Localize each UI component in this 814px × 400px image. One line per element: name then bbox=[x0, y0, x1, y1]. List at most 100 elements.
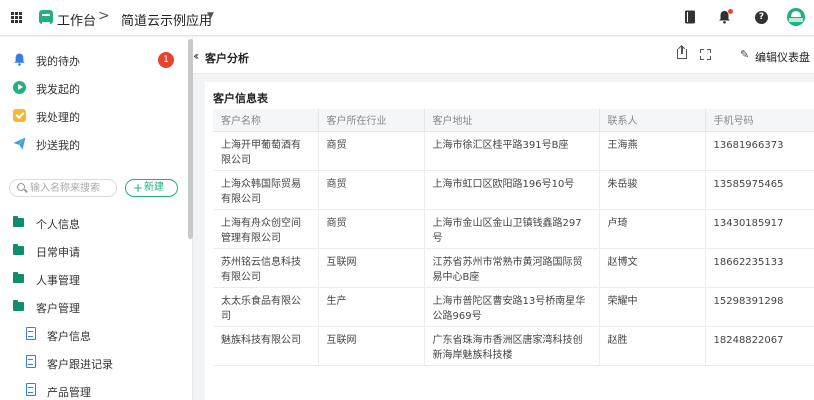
column-header[interactable]: 客户名称 bbox=[213, 109, 319, 132]
collapse-sidebar-icon[interactable]: ‹‹ bbox=[193, 49, 199, 63]
notification-dot bbox=[728, 9, 733, 14]
sidebar-item-started[interactable]: 我发起的 bbox=[0, 76, 186, 100]
table-row[interactable]: 上海有舟众创空间管理有限公司 商贸 上海市金山区金山卫镇钱鑫路297号 卢琦 1… bbox=[213, 209, 814, 249]
form-doc-icon bbox=[26, 327, 36, 340]
page-title: 客户分析 bbox=[205, 52, 249, 65]
table-cell: 13430185917 bbox=[705, 209, 814, 249]
fullscreen-icon[interactable] bbox=[700, 49, 711, 60]
column-header[interactable]: 手机号码 bbox=[705, 109, 814, 132]
apps-grid-icon[interactable] bbox=[11, 12, 22, 23]
table-cell: 广东省珠海市香洲区唐家湾科技创新海岸魅族科技楼 bbox=[424, 326, 600, 366]
new-button-label: 新建 bbox=[144, 182, 164, 193]
bell-icon bbox=[13, 53, 26, 66]
app-dropdown-icon[interactable]: ▼ bbox=[207, 11, 214, 21]
column-header[interactable]: 客户地址 bbox=[424, 109, 600, 132]
table-cell: 江苏省苏州市常熟市黄河路国际贸易中心B座 bbox=[424, 248, 600, 288]
table-cell: 18662235133 bbox=[705, 248, 814, 288]
sidebar-item-cc[interactable]: 抄送我的 bbox=[0, 132, 186, 156]
sidebar-item-label: 产品管理 bbox=[47, 386, 91, 399]
table-cell: 互联网 bbox=[318, 248, 425, 288]
sidebar: 我的待办 1 我发起的 我处理的 抄送我的 + 新建 个人信息 日常申请 人事管… bbox=[0, 37, 193, 400]
sidebar-item-label: 我发起的 bbox=[36, 83, 80, 96]
table-cell: 商贸 bbox=[318, 131, 425, 171]
sidebar-group-personal[interactable]: 个人信息 bbox=[0, 211, 186, 235]
customer-table: 客户名称 客户所在行业 客户地址 联系人 手机号码 上海开甲葡萄酒有限公司 商贸… bbox=[213, 109, 814, 366]
table-cell: 商贸 bbox=[318, 170, 425, 210]
search-icon bbox=[17, 183, 25, 191]
send-icon bbox=[13, 137, 26, 150]
folder-icon bbox=[13, 244, 24, 255]
share-icon[interactable] bbox=[677, 46, 687, 59]
sidebar-item-label: 日常申请 bbox=[36, 246, 80, 259]
sidebar-group-daily[interactable]: 日常申请 bbox=[0, 239, 186, 263]
table-cell: 13681966373 bbox=[705, 131, 814, 171]
table-cell: 王海燕 bbox=[599, 131, 706, 171]
folder-icon bbox=[13, 272, 24, 283]
table-widget: 客户信息表 客户名称 客户所在行业 客户地址 联系人 手机号码 上海开甲葡萄酒有… bbox=[205, 82, 814, 400]
table-cell: 苏州铭云信息科技有限公司 bbox=[213, 248, 319, 288]
breadcrumb-separator: > bbox=[98, 8, 110, 24]
form-doc-icon bbox=[26, 355, 36, 368]
sidebar-item-followup[interactable]: 客户跟进记录 bbox=[0, 351, 186, 375]
sidebar-search bbox=[9, 179, 117, 197]
plus-icon: + bbox=[133, 181, 144, 195]
table-cell: 上海开甲葡萄酒有限公司 bbox=[213, 131, 319, 171]
table-cell: 上海市徐汇区桂平路391号B座 bbox=[424, 131, 600, 171]
table-row[interactable]: 苏州铭云信息科技有限公司 互联网 江苏省苏州市常熟市黄河路国际贸易中心B座 赵博… bbox=[213, 248, 814, 288]
table-row[interactable]: 太太乐食品有限公司 生产 上海市普陀区曹安路13号桥南星华公路969号 荣耀中 … bbox=[213, 287, 814, 327]
sidebar-item-customer-info[interactable]: 客户信息 bbox=[0, 323, 186, 347]
help-icon[interactable]: ? bbox=[755, 11, 768, 24]
table-cell: 商贸 bbox=[318, 209, 425, 249]
workspace-logo-icon[interactable] bbox=[39, 10, 53, 24]
sidebar-item-handled[interactable]: 我处理的 bbox=[0, 104, 186, 128]
todo-count-badge: 1 bbox=[158, 52, 174, 68]
table-cell: 卢琦 bbox=[599, 209, 706, 249]
pencil-icon: ✎ bbox=[740, 48, 750, 61]
sidebar-group-customer[interactable]: 客户管理 bbox=[0, 295, 186, 319]
search-input[interactable] bbox=[30, 181, 114, 195]
app-name[interactable]: 简道云示例应用 bbox=[121, 10, 212, 29]
folder-icon bbox=[13, 216, 24, 227]
notification-bell-icon[interactable] bbox=[718, 9, 733, 24]
table-cell: 上海市虹口区欧阳路196号10号 bbox=[424, 170, 600, 210]
sidebar-item-todo[interactable]: 我的待办 1 bbox=[0, 48, 186, 72]
table-row[interactable]: 上海开甲葡萄酒有限公司 商贸 上海市徐汇区桂平路391号B座 王海燕 13681… bbox=[213, 131, 814, 171]
workspace-link[interactable]: 工作台 bbox=[57, 10, 96, 29]
table-cell: 赵胜 bbox=[599, 326, 706, 366]
user-avatar[interactable] bbox=[787, 8, 805, 26]
sidebar-group-hr[interactable]: 人事管理 bbox=[0, 267, 186, 291]
column-header[interactable]: 联系人 bbox=[599, 109, 706, 132]
form-doc-icon bbox=[26, 383, 36, 396]
folder-open-icon bbox=[13, 300, 24, 311]
table-cell: 18248822067 bbox=[705, 326, 814, 366]
table-header-row: 客户名称 客户所在行业 客户地址 联系人 手机号码 bbox=[213, 109, 814, 132]
sidebar-item-label: 我处理的 bbox=[36, 111, 80, 124]
table-cell: 生产 bbox=[318, 287, 425, 327]
table-cell: 朱岳骏 bbox=[599, 170, 706, 210]
new-button[interactable]: + 新建 bbox=[125, 179, 178, 197]
sidebar-item-label: 抄送我的 bbox=[36, 139, 80, 152]
sidebar-item-products[interactable]: 产品管理 bbox=[0, 379, 186, 400]
table-row[interactable]: 上海众韩国际贸易有限公司 商贸 上海市虹口区欧阳路196号10号 朱岳骏 135… bbox=[213, 170, 814, 210]
table-row[interactable]: 魅族科技有限公司 互联网 广东省珠海市香洲区唐家湾科技创新海岸魅族科技楼 赵胜 … bbox=[213, 326, 814, 366]
sidebar-item-label: 客户信息 bbox=[47, 330, 91, 343]
task-icon bbox=[13, 109, 26, 122]
play-icon bbox=[13, 81, 26, 94]
table-cell: 赵博文 bbox=[599, 248, 706, 288]
column-header[interactable]: 客户所在行业 bbox=[318, 109, 425, 132]
edit-dashboard-label: 编辑仪表盘 bbox=[755, 51, 810, 64]
sidebar-item-label: 人事管理 bbox=[36, 274, 80, 287]
top-bar: 工作台 > 简道云示例应用 ▼ ? bbox=[0, 0, 814, 36]
table-cell: 太太乐食品有限公司 bbox=[213, 287, 319, 327]
table-cell: 15298391298 bbox=[705, 287, 814, 327]
book-icon[interactable] bbox=[684, 10, 698, 24]
main-header bbox=[193, 37, 814, 74]
widget-title: 客户信息表 bbox=[213, 92, 268, 105]
sidebar-item-label: 客户跟进记录 bbox=[47, 358, 113, 371]
table-cell: 13585975465 bbox=[705, 170, 814, 210]
table-cell: 魅族科技有限公司 bbox=[213, 326, 319, 366]
sidebar-item-label: 客户管理 bbox=[36, 302, 80, 315]
table-cell: 荣耀中 bbox=[599, 287, 706, 327]
table-cell: 上海市普陀区曹安路13号桥南星华公路969号 bbox=[424, 287, 600, 327]
table-cell: 上海众韩国际贸易有限公司 bbox=[213, 170, 319, 210]
